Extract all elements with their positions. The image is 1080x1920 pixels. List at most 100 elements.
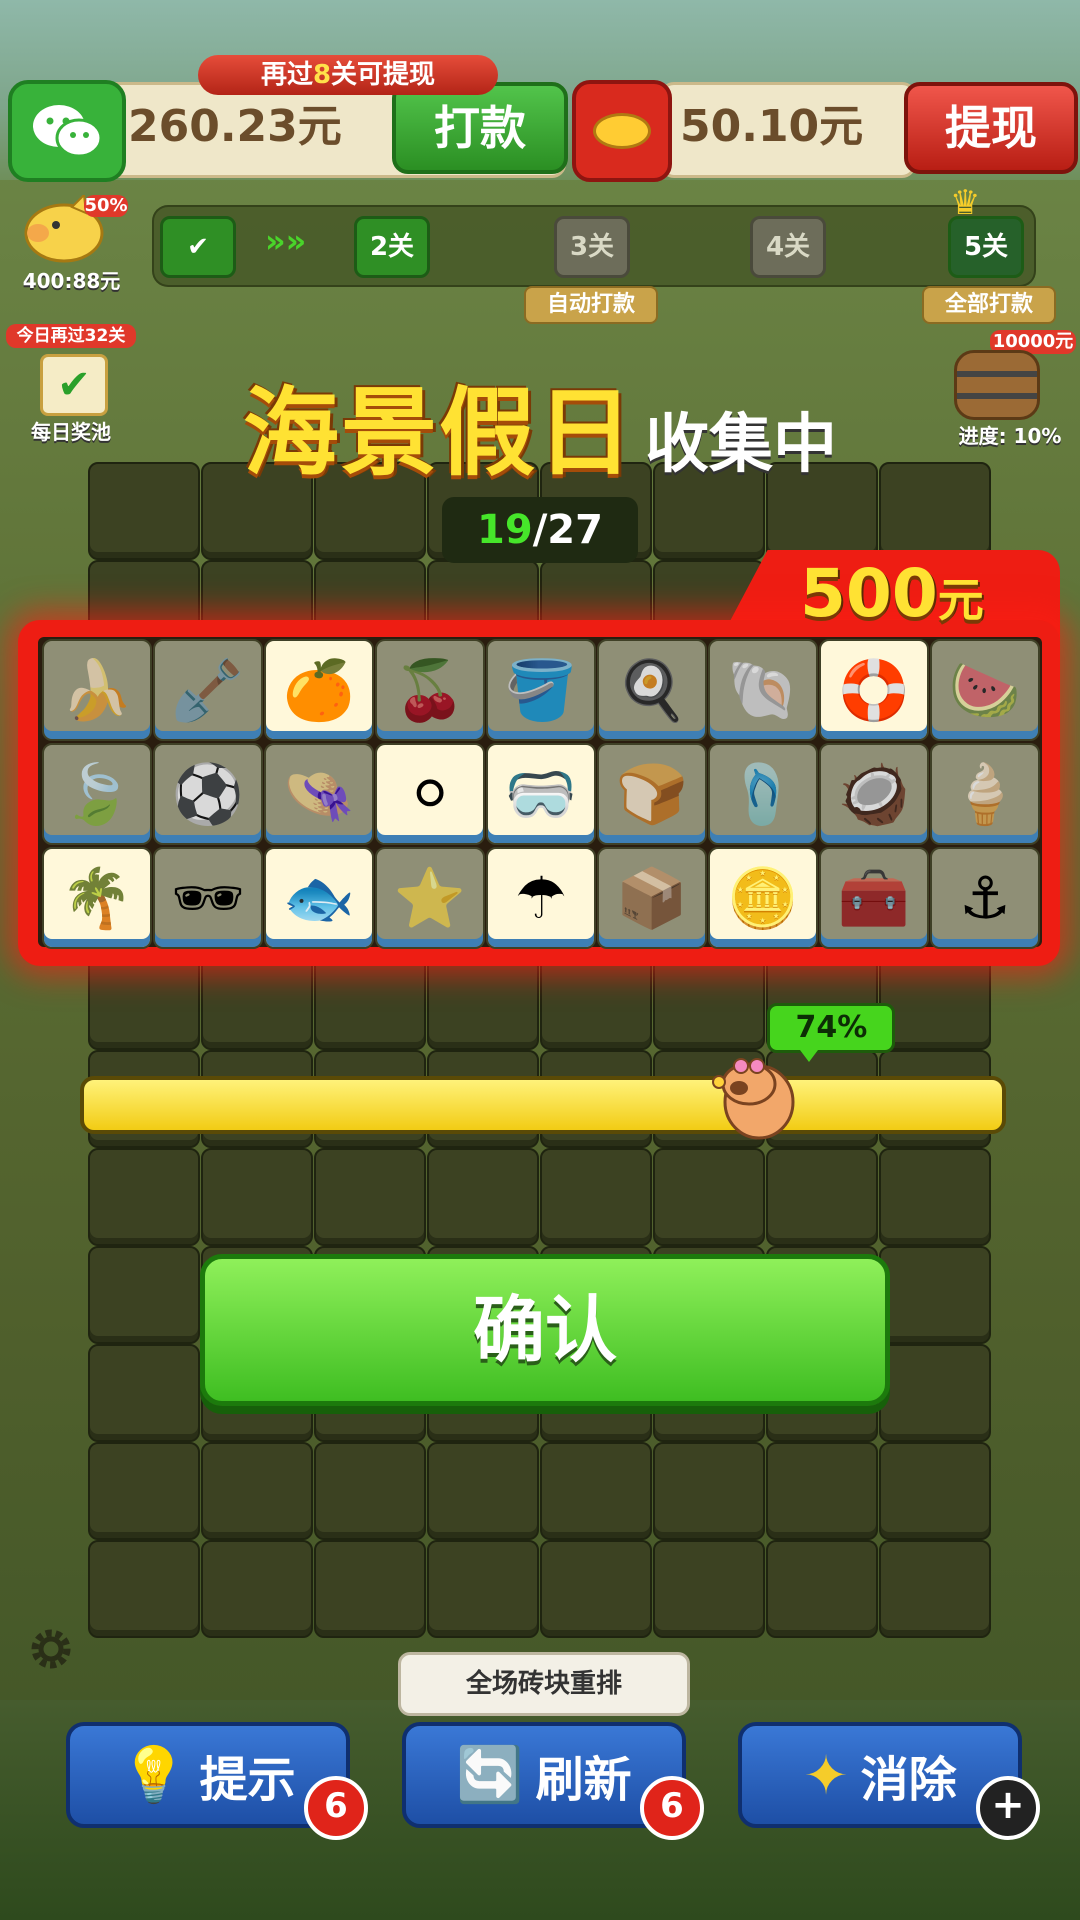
board-cell [653,1442,765,1540]
board-cell [201,1540,313,1638]
collection-item: 📦 [597,847,707,949]
collection-progress-bar [80,1076,1006,1134]
starfish-icon: ⭐ [393,864,467,932]
bread-icon: 🍞 [615,760,689,828]
crate-icon: 📦 [615,864,689,932]
coin-icon: 🪙 [726,864,800,932]
board-cell [427,1540,539,1638]
board-cell [201,1442,313,1540]
pay-button[interactable]: 打款 [392,82,568,174]
collection-item: 🐟 [264,847,374,949]
collection-item: ⚓ [930,847,1040,949]
collection-item: 🍌 [42,639,152,741]
withdraw-button[interactable]: 提现 [904,82,1078,174]
hint-label: 提示 [199,1752,296,1808]
anchor-icon: ⚓ [959,864,1011,932]
redpack-amount: 50.10元 [680,101,864,152]
ice-cream-icon: 🍦 [948,760,1022,828]
collection-item: 🌴 [42,847,152,949]
board-cell [879,1540,991,1638]
board-cell [766,1148,878,1246]
collection-item: 🍃 [42,743,152,845]
board-cell [653,1540,765,1638]
eliminate-add-button[interactable]: + [976,1776,1040,1840]
all-pay-tag: 全部打款 [922,286,1056,324]
beach-ball-icon: ⚽ [171,760,245,828]
arrows-icon: »» [265,222,307,260]
capybara-mascot-icon [712,1058,795,1140]
collection-item: 🧰 [819,847,929,949]
gear-icon[interactable] [24,1622,78,1676]
collection-item: 🪣 [486,639,596,741]
bucket-icon: 🪣 [504,656,578,724]
collection-item: 🍒 [375,639,485,741]
eliminate-label: 消除 [860,1752,957,1808]
board-cell [427,952,539,1050]
redpack-icon [572,80,672,182]
auto-pay-tag: 自动打款 [524,286,658,324]
withdraw-progress-hint: 再过8关可提现 [198,55,498,95]
board-cell [879,1246,991,1344]
board-cell [427,1442,539,1540]
board-cell [88,1344,200,1442]
cherry-icon: 🍒 [393,656,467,724]
wechat-amount: 260.23元 [128,101,342,152]
refresh-icon: 🔄 [456,1743,524,1806]
collection-counter: 19/27 [442,497,638,563]
fish-icon: 🐟 [282,864,356,932]
banana-icon: 🍌 [60,656,134,724]
straw-hat-icon: 👒 [282,760,356,828]
collection-item: 🥥 [819,743,929,845]
level-5: 5关 [948,216,1024,278]
board-cell [879,1344,991,1442]
palm-tree-icon: 🌴 [60,864,134,932]
board-cell [88,1442,200,1540]
board-cell [766,1442,878,1540]
collection-item: 🍦 [930,743,1040,845]
flip-flop-icon: 🩴 [726,760,800,828]
board-cell [879,1148,991,1246]
collection-title: 海景假日 收集中 [0,355,1080,489]
board-cell [201,952,313,1050]
umbrella-icon: ☂ [515,864,567,932]
collection-item: 🪙 [708,847,818,949]
level-check-icon: ✔ [160,216,236,278]
level-2: 2关 [354,216,430,278]
swim-ring-icon: 🛟 [837,656,911,724]
shovel-icon: 🪏 [171,656,245,724]
board-cell [314,1148,426,1246]
board-cell [88,1246,200,1344]
collection-item: ⚽ [153,743,263,845]
collection-item: 🍉 [930,639,1040,741]
pan-icon: 🍳 [615,656,689,724]
refresh-label: 刷新 [535,1752,632,1808]
collection-items: 🍌 🪏 🍊 🍒 🪣 🍳 🐚 🛟 🍉 🍃 ⚽ 👒 ⚪ 🥽 🍞 🩴 🥥 🍦 🌴 🕶 🐟 ⭐ ☂ 📦 🪙 🧰 ⚓ [38,637,1042,949]
board-cell [766,1540,878,1638]
shell-icon: 🐚 [726,656,800,724]
wechat-icon [8,80,126,182]
confirm-button[interactable]: 确认 [200,1254,890,1406]
collection-item: 🩴 [708,743,818,845]
orange-icon: 🍊 [282,656,356,724]
collection-item: 🍊 [264,639,374,741]
collection-item: 🪏 [153,639,263,741]
piggy-bank[interactable]: 50% 400:88元 [14,192,129,293]
sparkle-icon: ✦ [803,1743,849,1807]
board-cell [88,952,200,1050]
collection-item: 🐚 [708,639,818,741]
board-cell [879,462,991,560]
board-cell [879,952,991,1050]
board-cell [653,1148,765,1246]
pearl-icon: ⚪ [405,760,455,828]
piggy-percent-badge: 50% [84,195,128,217]
board-cell [540,1442,652,1540]
collection-item: 👒 [264,743,374,845]
reshuffle-tooltip: 全场砖块重排 [398,1652,690,1716]
board-cell [879,1442,991,1540]
collection-item: ⚪ [375,743,485,845]
collection-item: 🕶 [153,847,263,949]
collection-item: ☂ [486,847,596,949]
board-cell [314,952,426,1050]
collection-item: 🛟 [819,639,929,741]
collection-theme-title: 海景假日 [243,377,635,489]
